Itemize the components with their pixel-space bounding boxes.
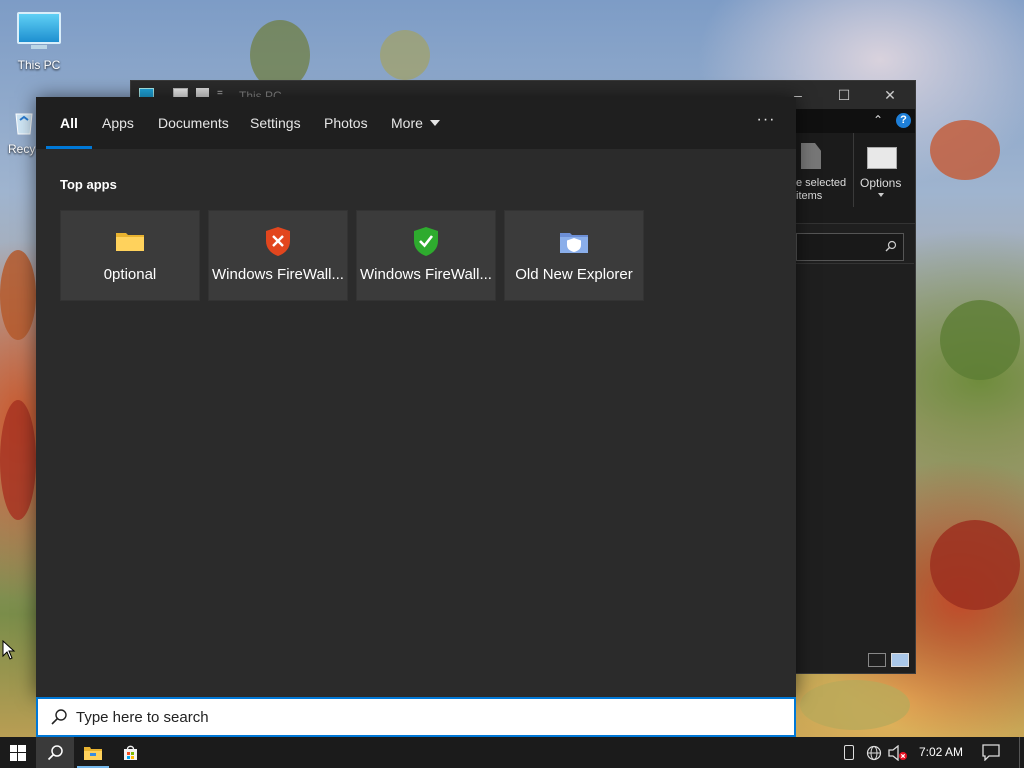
- tab-photos[interactable]: Photos: [324, 97, 368, 149]
- network-globe-icon[interactable]: [866, 745, 882, 761]
- more-options-icon[interactable]: ···: [754, 109, 778, 137]
- tab-all[interactable]: All: [46, 97, 92, 149]
- chevron-down-icon: [878, 193, 884, 197]
- folder-icon: [114, 225, 146, 257]
- shield-folder-icon: [558, 225, 590, 257]
- ribbon-options-label[interactable]: Options: [860, 177, 901, 190]
- help-icon[interactable]: ?: [896, 113, 911, 128]
- search-icon: [885, 240, 897, 252]
- tab-more-label: More: [391, 115, 423, 131]
- top-app-label: Old New Explorer: [515, 266, 633, 283]
- search-taskbar-button[interactable]: [36, 737, 74, 768]
- monitor-icon: [17, 12, 61, 49]
- options-icon[interactable]: [867, 147, 897, 169]
- close-button[interactable]: ✕: [867, 81, 913, 109]
- file-explorer-taskbar-button[interactable]: [74, 737, 112, 768]
- ribbon-select-label: e selected items: [796, 177, 847, 202]
- section-title-top-apps: Top apps: [60, 177, 117, 192]
- search-panel: All Apps Documents Settings Photos More …: [36, 97, 796, 697]
- explorer-search-field[interactable]: [796, 233, 904, 261]
- shield-x-icon: [262, 225, 294, 257]
- search-scope-tabs: All Apps Documents Settings Photos More …: [36, 97, 796, 149]
- tab-more[interactable]: More: [391, 97, 440, 149]
- taskbar: 7:02 AM: [0, 737, 1024, 768]
- action-center-icon[interactable]: [982, 744, 1000, 761]
- store-taskbar-button[interactable]: [112, 737, 150, 768]
- show-desktop-button[interactable]: [1019, 737, 1020, 768]
- mouse-cursor-icon: [2, 640, 16, 660]
- desktop-icon-recycle-bin[interactable]: Recy: [0, 108, 36, 156]
- details-view-icon[interactable]: [868, 653, 886, 667]
- folder-icon: [84, 747, 102, 760]
- shield-check-icon: [410, 225, 442, 257]
- top-app-tile[interactable]: 0ptional: [60, 210, 200, 301]
- chevron-up-icon[interactable]: ⌃: [873, 113, 887, 127]
- search-input[interactable]: [76, 699, 776, 735]
- search-icon: [47, 745, 63, 761]
- desktop-icon-label: Recy: [8, 142, 36, 156]
- tab-settings[interactable]: Settings: [250, 97, 301, 149]
- desktop-icon-this-pc[interactable]: This PC: [4, 12, 74, 72]
- search-icon: [51, 709, 67, 725]
- windows-logo-icon: [10, 745, 26, 761]
- invert-selection-icon[interactable]: [801, 143, 821, 169]
- top-app-label: 0ptional: [103, 266, 157, 283]
- tab-documents[interactable]: Documents: [158, 97, 229, 149]
- top-app-tile[interactable]: Windows FireWall...: [208, 210, 348, 301]
- usb-device-icon[interactable]: [844, 745, 854, 760]
- top-app-tile[interactable]: Old New Explorer: [504, 210, 644, 301]
- top-app-label: Windows FireWall...: [360, 266, 492, 283]
- maximize-button[interactable]: ☐: [821, 81, 867, 109]
- desktop-icon-label: This PC: [17, 58, 61, 72]
- store-bag-icon: [124, 745, 137, 760]
- large-icons-view-icon[interactable]: [891, 653, 909, 667]
- chevron-down-icon: [429, 120, 440, 126]
- taskbar-search-box[interactable]: [36, 697, 796, 737]
- top-app-label: Windows FireWall...: [212, 266, 344, 283]
- volume-muted-icon[interactable]: [888, 745, 908, 761]
- top-app-tile[interactable]: Windows FireWall...: [356, 210, 496, 301]
- recycle-bin-icon: [10, 108, 38, 136]
- taskbar-clock[interactable]: 7:02 AM: [912, 737, 970, 768]
- start-button[interactable]: [0, 737, 38, 768]
- tab-apps[interactable]: Apps: [102, 97, 134, 149]
